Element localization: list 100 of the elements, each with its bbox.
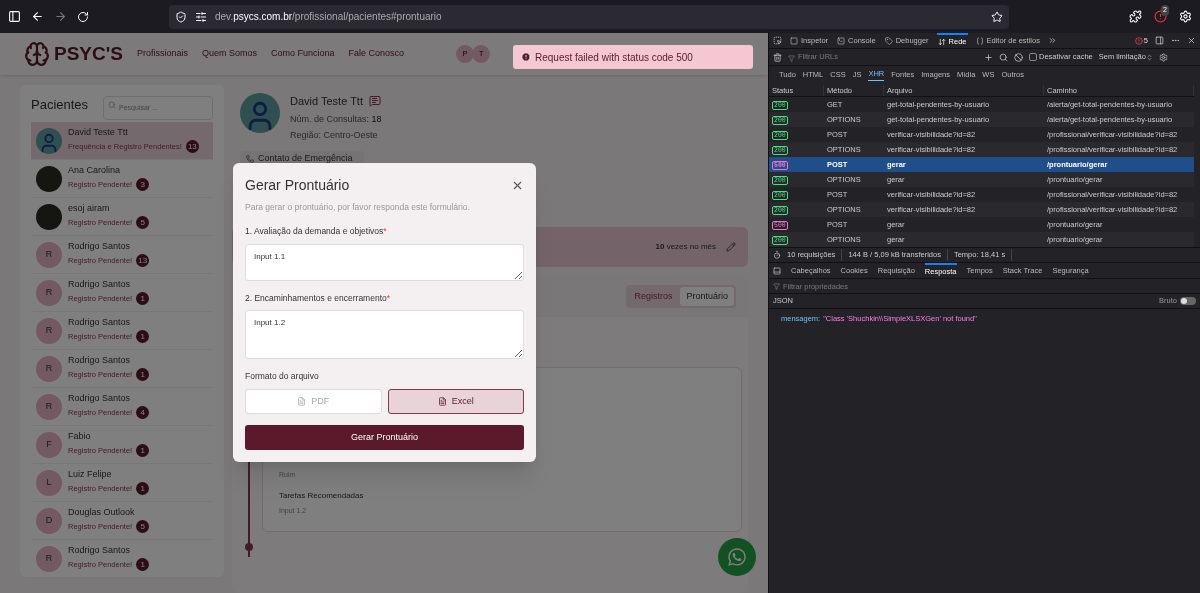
field-label: Tarefas Recomendadas	[279, 490, 365, 502]
avatar-initial: R	[36, 545, 62, 572]
patient-avatar-icon	[240, 93, 280, 133]
patient-name: Rodrigo Santos	[68, 280, 132, 289]
avatar-initial: R	[36, 393, 62, 420]
error-icon	[1134, 36, 1143, 45]
pending-count: 1	[136, 558, 150, 571]
nav-link[interactable]: Profissionais	[136, 47, 188, 61]
file-icon	[297, 397, 307, 406]
patient-name: Luiz Felipe	[68, 470, 113, 479]
timer-icon	[773, 251, 781, 259]
pending-count: 3	[136, 178, 150, 191]
filter-icon	[788, 55, 795, 63]
more-tabs-icon[interactable]	[1047, 36, 1057, 45]
answer-field[interactable]: Input 1.1	[245, 243, 524, 281]
pending-count: 13	[185, 140, 199, 153]
panel-icon[interactable]	[773, 266, 781, 275]
logo-text: PSYC'S	[54, 41, 123, 66]
avatar-initial: D	[36, 507, 62, 534]
pending-count: 5	[136, 520, 150, 533]
close-icon[interactable]	[1187, 36, 1196, 45]
picker-icon[interactable]	[773, 36, 782, 45]
dock-icon[interactable]	[1155, 36, 1164, 45]
question-label: 1. Avaliação da demanda e objetivos	[245, 224, 384, 238]
patient-name: Ana Carolina	[68, 166, 122, 175]
panel-title: Pacientes	[31, 96, 89, 115]
pending-count: 1	[136, 330, 150, 343]
network-tab-icon	[937, 37, 946, 46]
checkbox[interactable]	[1029, 53, 1037, 61]
search-icon	[108, 101, 116, 109]
patient-name: Rodrigo Santos	[68, 318, 132, 327]
question-label: 2. Encaminhamentos e encerramento	[245, 291, 387, 305]
avatar-initial: F	[36, 431, 62, 458]
address-bar[interactable]: dev.psycs.com.br/profissional/pacientes#prontuario	[169, 4, 1009, 29]
frequency-text: 10 vezes no mês	[655, 240, 716, 253]
consultations-count: Núm. de Consultas: 18	[290, 112, 382, 126]
required-mark: *	[383, 224, 387, 238]
pending-count: 1	[136, 292, 150, 305]
modal-title: Gerar Prontuário	[245, 176, 350, 195]
pending-count: 1	[136, 482, 150, 495]
patient-name: Rodrigo Santos	[68, 356, 132, 365]
answer-field[interactable]: Input 1.2	[245, 310, 524, 360]
chat-icon[interactable]	[368, 95, 381, 108]
inspector-tab-icon	[790, 36, 798, 45]
toast-message: Request failed with status code 500	[535, 50, 693, 65]
avatar-icon	[36, 127, 62, 154]
back-icon[interactable]	[31, 10, 44, 23]
logo-icon	[24, 41, 50, 67]
avatar-initial: R	[36, 241, 62, 268]
avatar-initial: R	[36, 355, 62, 382]
debugger-tab-icon	[884, 36, 893, 45]
required-mark: *	[386, 291, 391, 305]
nav-link[interactable]: Fale Conosco	[348, 47, 405, 61]
raw-toggle[interactable]	[1180, 297, 1196, 305]
patient-name: Douglas Outlook	[68, 508, 136, 517]
submit-button[interactable]: Gerar Prontuário	[245, 425, 524, 450]
file-icon	[437, 397, 447, 406]
add-icon[interactable]	[984, 52, 993, 62]
nav-link[interactable]: Como Funciona	[271, 47, 335, 61]
patient-name: Rodrigo Santos	[68, 394, 132, 403]
url-text: dev.psycs.com.br/profissional/pacientes#prontuario	[215, 10, 442, 24]
search-icon[interactable]	[999, 52, 1008, 62]
avatar-initial: L	[36, 469, 62, 496]
patient-name: Fabio	[68, 432, 92, 441]
pending-count: 4	[136, 406, 150, 419]
style-tab-icon	[975, 36, 984, 45]
patient-region: Região: Centro-Oeste	[290, 129, 379, 142]
patient-name: Rodrigo Santos	[68, 242, 132, 251]
permissions-icon	[195, 10, 207, 23]
nav-link[interactable]: Quem Somos	[201, 47, 257, 61]
updown-icon	[1145, 53, 1153, 61]
extension-icon[interactable]	[1154, 10, 1167, 23]
shield-icon	[175, 10, 187, 23]
forward-icon[interactable]	[54, 10, 67, 23]
format-label: Formato do arquivo	[245, 370, 320, 383]
filter-icon	[773, 283, 780, 290]
patient-name: Rodrigo Santos	[68, 546, 132, 555]
console-tab-icon	[837, 36, 846, 45]
patient-name: David Teste Ttt	[290, 94, 363, 109]
bookmark-icon[interactable]	[991, 10, 1003, 23]
tab[interactable]: Prontuário	[680, 286, 734, 307]
block-icon[interactable]	[1014, 52, 1023, 62]
pending-count: 1	[136, 444, 150, 457]
emergency-label: Contato de Emergência	[258, 151, 353, 165]
whatsapp-icon	[727, 547, 747, 567]
reload-icon[interactable]	[77, 10, 89, 23]
error-icon	[521, 52, 531, 62]
photo-placeholder	[36, 165, 62, 192]
avatar-initial: R	[36, 317, 62, 344]
sidebar-icon[interactable]	[8, 10, 21, 23]
clear-icon[interactable]	[773, 52, 782, 62]
patient-name: esoj airam	[68, 204, 111, 213]
menu-icon[interactable]	[1171, 36, 1180, 45]
format-option[interactable]: Excel	[387, 389, 524, 414]
modal-subtitle: Para gerar o prontuário, por favor responda este formulário.	[245, 201, 471, 214]
pending-count: 5	[136, 216, 150, 229]
close-icon[interactable]	[511, 179, 524, 192]
patient-name: David Teste Ttt	[68, 128, 129, 137]
photo-placeholder	[36, 203, 62, 230]
pending-count: 1	[136, 368, 150, 381]
